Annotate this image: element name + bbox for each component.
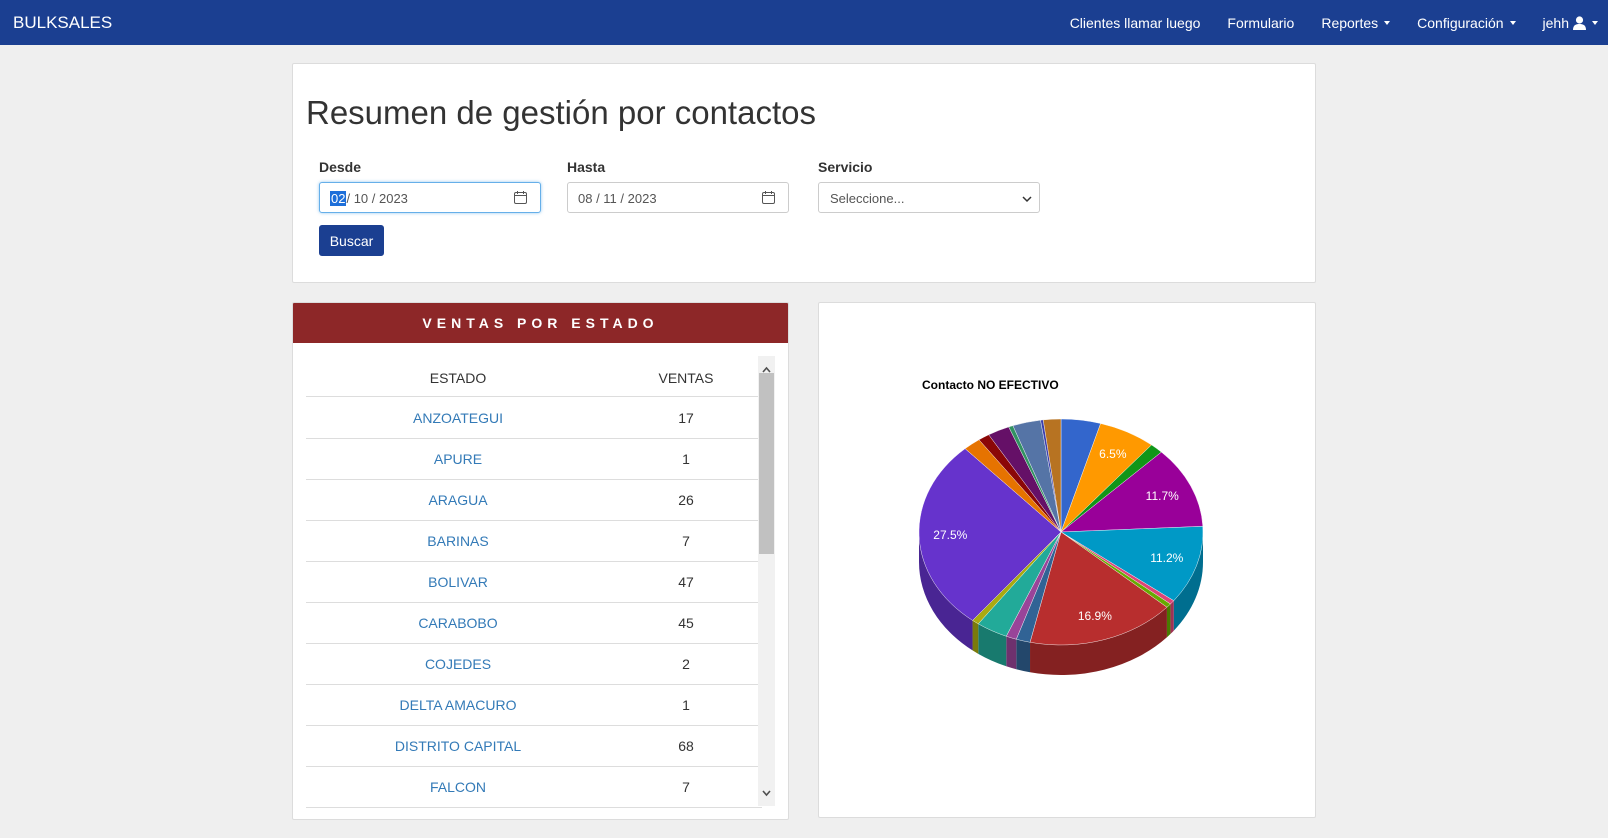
- buscar-button[interactable]: Buscar: [319, 225, 384, 256]
- desde-date-rest: / 10 / 2023: [346, 191, 408, 206]
- estado-link[interactable]: COJEDES: [306, 656, 610, 672]
- estado-link[interactable]: DISTRITO CAPITAL: [306, 738, 610, 754]
- estado-link[interactable]: BOLIVAR: [306, 574, 610, 590]
- table-row: ANZOATEGUI 17: [306, 397, 762, 439]
- hasta-date-input[interactable]: 08 / 11 / 2023: [567, 182, 789, 213]
- table-row: COJEDES 2: [306, 643, 762, 685]
- column-header-estado: ESTADO: [429, 370, 487, 386]
- pie-chart: 6.5% 11.7% 11.2% 16.9% 27.5%: [918, 418, 1204, 675]
- pie-slice-side: [1166, 604, 1171, 638]
- pie-slice-label: 16.9%: [1078, 609, 1112, 623]
- caret-down-icon: [1592, 20, 1598, 25]
- caret-down-icon: [1384, 20, 1391, 25]
- table-row: BOLIVAR 47: [306, 561, 762, 603]
- nav-label: Reportes: [1321, 14, 1379, 31]
- hasta-date-value: 08 / 11 / 2023: [578, 191, 657, 206]
- page-title: Resumen de gestión por contactos: [306, 94, 816, 131]
- estado-link[interactable]: CARABOBO: [306, 615, 610, 631]
- table-row: ARAGUA 26: [306, 479, 762, 521]
- estado-link[interactable]: DELTA AMACURO: [306, 697, 610, 713]
- ventas-table: ESTADO VENTAS ANZOATEGUI 17 APURE 1 ARAGUA 26…: [306, 355, 762, 810]
- nav-label: Clientes llamar luego: [1069, 14, 1201, 31]
- servicio-select[interactable]: Seleccione...: [818, 182, 1040, 213]
- calendar-icon[interactable]: [514, 191, 527, 207]
- table-row: APURE 1: [306, 438, 762, 480]
- estado-link[interactable]: APURE: [306, 451, 610, 467]
- ventas-value: 47: [678, 574, 694, 590]
- ventas-value: 68: [678, 738, 694, 754]
- pie-slice-side: [1016, 639, 1031, 673]
- table-row: FALCON 7: [306, 766, 762, 808]
- nav-label: Configuración: [1417, 14, 1504, 31]
- table-row: DISTRITO CAPITAL 68: [306, 725, 762, 767]
- ventas-value: 26: [678, 492, 694, 508]
- user-icon: [1573, 15, 1586, 30]
- ventas-value: 2: [682, 656, 690, 672]
- pie-slice-side: [1006, 636, 1017, 670]
- chevron-down-icon: [1022, 192, 1032, 207]
- ventas-value: 45: [678, 615, 694, 631]
- nav-menu: Clientes llamar luego Formulario Reporte…: [1043, 0, 1598, 45]
- desde-date-input[interactable]: 02/ 10 / 2023: [319, 182, 541, 213]
- ventas-value: 1: [682, 697, 690, 713]
- table-scrollbar[interactable]: [758, 356, 775, 806]
- nav-clientes-llamar-luego[interactable]: Clientes llamar luego: [1070, 15, 1201, 31]
- scroll-down-arrow-icon[interactable]: [762, 784, 771, 802]
- nav-reportes-dropdown[interactable]: Reportes: [1321, 14, 1391, 31]
- table-row: CARABOBO 45: [306, 602, 762, 644]
- table-header: ESTADO VENTAS: [306, 355, 762, 397]
- nav-formulario[interactable]: Formulario: [1227, 15, 1294, 31]
- ventas-value: 7: [682, 533, 690, 549]
- pie-chart-panel: Contacto NO EFECTIVO 6.5% 11.7% 11.2% 16.9%…: [818, 302, 1316, 818]
- nav-user-dropdown[interactable]: jehh: [1543, 15, 1598, 31]
- nav-configuracion-dropdown[interactable]: Configuración: [1417, 14, 1516, 31]
- ventas-por-estado-panel: VENTAS POR ESTADO ESTADO VENTAS ANZOATEG…: [292, 302, 789, 820]
- caret-down-icon: [1509, 20, 1516, 25]
- ventas-value: 7: [682, 779, 690, 795]
- desde-date-value: 02/ 10 / 2023: [330, 191, 408, 206]
- filter-card: Resumen de gestión por contactos Desde 0…: [292, 63, 1316, 283]
- pie-slice-label: 11.7%: [1146, 489, 1179, 503]
- user-name: jehh: [1542, 14, 1569, 31]
- pie-slice-label: 11.2%: [1150, 551, 1183, 565]
- pie-slice-side: [972, 620, 979, 654]
- desde-label: Desde: [319, 159, 362, 175]
- nav-label: Formulario: [1227, 14, 1295, 31]
- table-row: DELTA AMACURO 1: [306, 684, 762, 726]
- servicio-selected-value: Seleccione...: [830, 191, 905, 206]
- ventas-value: 1: [682, 451, 690, 467]
- scrollbar-thumb[interactable]: [759, 373, 774, 554]
- column-header-ventas: VENTAS: [658, 370, 714, 386]
- table-row: BARINAS 7: [306, 520, 762, 562]
- desde-day-segment[interactable]: 02: [330, 191, 347, 206]
- ventas-value: 17: [678, 410, 694, 426]
- hasta-label: Hasta: [567, 159, 606, 175]
- pie-slice-label: 27.5%: [933, 528, 967, 542]
- pie-slice-side: [1170, 600, 1174, 635]
- estado-link[interactable]: ANZOATEGUI: [306, 410, 610, 426]
- estado-link[interactable]: ARAGUA: [306, 492, 610, 508]
- calendar-icon[interactable]: [762, 191, 775, 207]
- estado-link[interactable]: FALCON: [306, 779, 610, 795]
- servicio-label: Servicio: [818, 159, 873, 175]
- top-navbar: BULKSALES Clientes llamar luego Formular…: [0, 0, 1608, 45]
- pie-slice-label: 6.5%: [1099, 447, 1127, 461]
- panel-heading: VENTAS POR ESTADO: [293, 303, 788, 343]
- estado-link[interactable]: BARINAS: [306, 533, 610, 549]
- brand-logo[interactable]: BULKSALES: [13, 13, 112, 33]
